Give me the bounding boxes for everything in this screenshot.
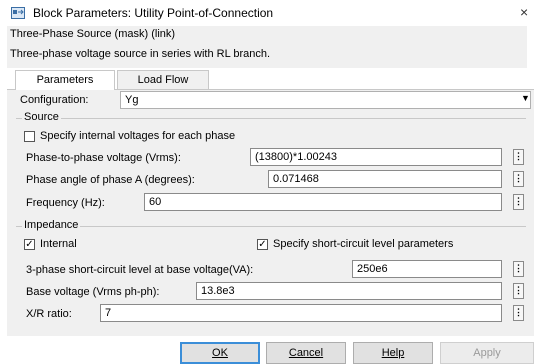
configuration-label: Configuration: [20, 94, 89, 106]
more-options-icon[interactable]: ⋮ [513, 283, 524, 299]
chevron-down-icon[interactable]: ▼ [521, 93, 530, 103]
cancel-label: Cancel [288, 347, 324, 359]
tab-load-flow[interactable]: Load Flow [117, 70, 209, 89]
short-circuit-checkbox[interactable]: ✓ [257, 239, 268, 250]
short-circuit-label: Specify short-circuit level parameters [273, 238, 454, 250]
help-button[interactable]: Help [353, 342, 433, 364]
mask-description: Three-phase voltage source in series wit… [10, 48, 271, 60]
base-voltage-label: Base voltage (Vrms ph-ph): [26, 286, 160, 298]
mask-title: Three-Phase Source (mask) (link) [10, 28, 176, 40]
source-group-label: Source [22, 111, 61, 123]
internal-label: Internal [40, 238, 77, 250]
more-options-icon[interactable]: ⋮ [513, 261, 524, 277]
specify-internal-label: Specify internal voltages for each phase [40, 130, 236, 142]
impedance-group-border [16, 226, 526, 227]
simulink-block-icon [11, 7, 25, 19]
base-voltage-input[interactable]: 13.8e3 [196, 282, 502, 300]
apply-label: Apply [473, 347, 501, 359]
more-options-icon[interactable]: ⋮ [513, 149, 524, 165]
specify-internal-checkbox[interactable] [24, 131, 35, 142]
phase-angle-label: Phase angle of phase A (degrees): [26, 174, 195, 186]
more-options-icon[interactable]: ⋮ [513, 171, 524, 187]
configuration-select[interactable]: Yg [120, 91, 531, 109]
window-title: Block Parameters: Utility Point-of-Conne… [33, 6, 274, 20]
short-circuit-level-label: 3-phase short-circuit level at base volt… [26, 264, 254, 276]
phase-voltage-input[interactable]: (13800)*1.00243 [250, 148, 502, 166]
ok-label: OK [212, 347, 228, 359]
phase-voltage-label: Phase-to-phase voltage (Vrms): [26, 152, 181, 164]
cancel-button[interactable]: Cancel [266, 342, 346, 364]
apply-button[interactable]: Apply [440, 342, 534, 364]
short-circuit-level-input[interactable]: 250e6 [352, 260, 502, 278]
xr-ratio-label: X/R ratio: [26, 308, 72, 320]
help-label: Help [381, 347, 405, 359]
frequency-label: Frequency (Hz): [26, 197, 105, 209]
frequency-input[interactable]: 60 [144, 193, 502, 211]
impedance-group-label: Impedance [22, 219, 81, 231]
xr-ratio-input[interactable]: 7 [100, 304, 502, 322]
source-group-border [16, 118, 526, 119]
phase-angle-input[interactable]: 0.071468 [268, 170, 502, 188]
more-options-icon[interactable]: ⋮ [513, 194, 524, 210]
close-icon[interactable]: × [520, 4, 528, 20]
more-options-icon[interactable]: ⋮ [513, 305, 524, 321]
tab-parameters[interactable]: Parameters [15, 70, 115, 90]
configuration-value: Yg [125, 94, 139, 106]
internal-checkbox[interactable]: ✓ [24, 239, 35, 250]
ok-button[interactable]: OK [180, 342, 260, 364]
